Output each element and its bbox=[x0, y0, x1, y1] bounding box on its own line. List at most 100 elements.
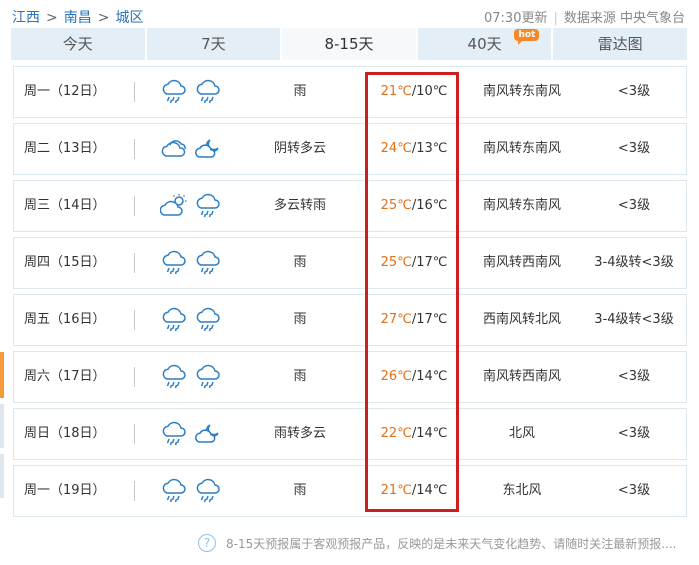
tab-8-15-days[interactable]: 8-15天 bbox=[282, 28, 418, 60]
wind-level: 3-4级转<3级 bbox=[594, 255, 674, 270]
weather-icons bbox=[160, 136, 230, 164]
footer-note: ? 8-15天预报属于客观预报产品，反映的是未来天气变化趋势、请随时关注最新预报… bbox=[198, 534, 677, 552]
forecast-date: 周日（18日） bbox=[24, 426, 106, 441]
temperature-high: 21℃ bbox=[380, 84, 412, 99]
rain-cloud-icon bbox=[160, 478, 188, 506]
forecast-row[interactable]: 周一（19日） 雨 21℃/14℃ 东北风 <3级 bbox=[13, 465, 687, 517]
forecast-row[interactable]: 周一（12日） 雨 21℃/10℃ 南风转东南风 <3级 bbox=[13, 66, 687, 118]
temperature-low: /13℃ bbox=[411, 141, 448, 156]
weather-icons bbox=[160, 421, 230, 449]
wind-direction: 西南风转北风 bbox=[482, 312, 561, 327]
footer-text: 8-15天预报属于客观预报产品，反映的是未来天气变化趋势、请随时关注最新预报..… bbox=[226, 536, 677, 551]
breadcrumb-city[interactable]: 南昌 bbox=[64, 10, 92, 26]
wind-direction: 东北风 bbox=[502, 483, 542, 498]
rain-cloud-icon bbox=[194, 478, 222, 506]
rain-cloud-icon bbox=[160, 307, 188, 335]
rain-cloud-icon bbox=[160, 364, 188, 392]
temperature-low: /17℃ bbox=[411, 255, 448, 270]
forecast-date: 周二（13日） bbox=[24, 141, 106, 156]
forecast-date: 周一（19日） bbox=[24, 483, 106, 498]
divider bbox=[134, 310, 135, 330]
cloudy-night-icon bbox=[194, 421, 222, 449]
weather-description: 雨 bbox=[293, 369, 307, 384]
temperature-range: 26℃/14℃ bbox=[370, 352, 458, 402]
divider bbox=[134, 367, 135, 387]
temperature-low: /10℃ bbox=[411, 84, 448, 99]
update-meta: 07:30更新 | 数据来源 中央气象台 bbox=[484, 7, 685, 26]
temperature-range: 22℃/14℃ bbox=[370, 409, 458, 459]
tab-label: 8-15天 bbox=[324, 35, 374, 53]
temperature-high: 24℃ bbox=[380, 141, 412, 156]
temperature-high: 25℃ bbox=[380, 255, 412, 270]
temperature-high: 27℃ bbox=[380, 312, 412, 327]
tab-7-days[interactable]: 7天 bbox=[146, 28, 283, 60]
wind-level: <3级 bbox=[617, 369, 651, 384]
wind-direction: 南风转西南风 bbox=[482, 255, 561, 270]
weather-description: 阴转多云 bbox=[273, 141, 326, 156]
weather-description: 雨 bbox=[293, 84, 307, 99]
forecast-row[interactable]: 周日（18日） 雨转多云 22℃/14℃ 北风 <3级 bbox=[13, 408, 687, 460]
breadcrumb-province[interactable]: 江西 bbox=[12, 10, 40, 26]
temperature-low: /16℃ bbox=[411, 198, 448, 213]
forecast-date: 周四（15日） bbox=[24, 255, 106, 270]
forecast-row[interactable]: 周三（14日） 多云转雨 25℃/16℃ 南风转东南风 <3级 bbox=[13, 180, 687, 232]
temperature-high: 22℃ bbox=[380, 426, 412, 441]
weather-description: 多云转雨 bbox=[273, 198, 326, 213]
tab-today[interactable]: 今天 bbox=[11, 28, 147, 60]
tab-label: 40天 bbox=[467, 35, 502, 53]
rain-cloud-icon bbox=[194, 79, 222, 107]
tab-40-days[interactable]: 40天 hot bbox=[417, 28, 554, 60]
help-icon[interactable]: ? bbox=[198, 534, 216, 552]
side-tab-active[interactable] bbox=[0, 352, 4, 398]
forecast-date: 周五（16日） bbox=[24, 312, 106, 327]
divider bbox=[134, 253, 135, 273]
weather-description: 雨 bbox=[293, 255, 307, 270]
temperature-range: 25℃/16℃ bbox=[370, 181, 458, 231]
rain-cloud-icon bbox=[194, 307, 222, 335]
breadcrumb: 江西 > 南昌 > 城区 bbox=[12, 7, 143, 27]
weather-description: 雨 bbox=[293, 483, 307, 498]
wind-level: <3级 bbox=[617, 426, 651, 441]
forecast-tabs: 今天 7天 8-15天 40天 hot 雷达图 bbox=[11, 28, 687, 60]
temperature-high: 25℃ bbox=[380, 198, 412, 213]
side-tab[interactable] bbox=[0, 404, 4, 448]
wind-direction: 南风转西南风 bbox=[482, 369, 561, 384]
temperature-low: /14℃ bbox=[411, 483, 448, 498]
temperature-range: 25℃/17℃ bbox=[370, 238, 458, 288]
tab-radar[interactable]: 雷达图 bbox=[553, 28, 687, 60]
forecast-date: 周三（14日） bbox=[24, 198, 106, 213]
temperature-low: /14℃ bbox=[411, 426, 448, 441]
divider bbox=[134, 481, 135, 501]
breadcrumb-separator: > bbox=[46, 10, 58, 26]
tab-label: 7天 bbox=[201, 35, 226, 53]
divider bbox=[134, 196, 135, 216]
breadcrumb-separator: > bbox=[97, 10, 110, 26]
forecast-row[interactable]: 周六（17日） 雨 26℃/14℃ 南风转西南风 <3级 bbox=[13, 351, 687, 403]
forecast-row[interactable]: 周二（13日） 阴转多云 24℃/13℃ 南风转东南风 <3级 bbox=[13, 123, 687, 175]
hot-badge: hot bbox=[514, 29, 540, 45]
forecast-date: 周六（17日） bbox=[24, 369, 106, 384]
temperature-low: /14℃ bbox=[411, 369, 448, 384]
rain-cloud-icon bbox=[160, 250, 188, 278]
weather-icons bbox=[160, 307, 230, 335]
weather-icons bbox=[160, 364, 230, 392]
forecast-row[interactable]: 周五（16日） 雨 27℃/17℃ 西南风转北风 3-4级转<3级 bbox=[13, 294, 687, 346]
wind-direction: 南风转东南风 bbox=[482, 141, 561, 156]
wind-level: <3级 bbox=[617, 141, 651, 156]
forecast-date: 周一（12日） bbox=[24, 84, 106, 99]
wind-level: <3级 bbox=[617, 483, 651, 498]
weather-description: 雨 bbox=[293, 312, 307, 327]
rain-cloud-icon bbox=[194, 193, 222, 221]
update-time: 07:30更新 bbox=[484, 11, 548, 26]
weather-description: 雨转多云 bbox=[273, 426, 326, 441]
divider bbox=[134, 139, 135, 159]
wind-level: 3-4级转<3级 bbox=[594, 312, 674, 327]
rain-cloud-icon bbox=[194, 250, 222, 278]
wind-direction: 北风 bbox=[508, 426, 535, 441]
wind-level: <3级 bbox=[617, 84, 651, 99]
forecast-row[interactable]: 周四（15日） 雨 25℃/17℃ 南风转西南风 3-4级转<3级 bbox=[13, 237, 687, 289]
divider: | bbox=[553, 11, 558, 26]
side-tab[interactable] bbox=[0, 454, 4, 498]
temperature-high: 26℃ bbox=[380, 369, 412, 384]
data-source: 数据来源 中央气象台 bbox=[563, 11, 685, 26]
